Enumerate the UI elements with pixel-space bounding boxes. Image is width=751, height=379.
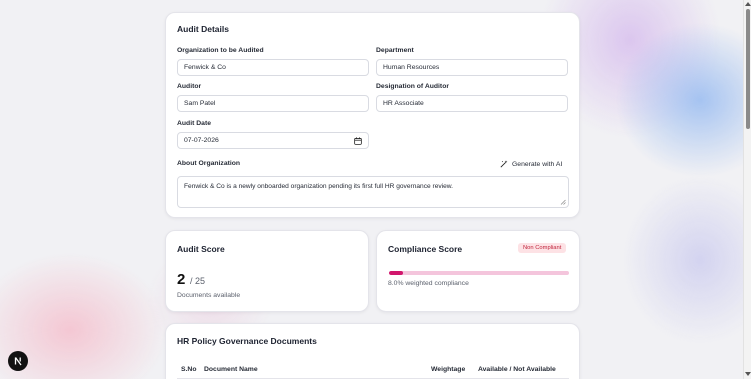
audit-score-title: Audit Score <box>177 244 225 254</box>
org-input-value: Fenwick & Co <box>184 64 226 71</box>
audit-score-value: 2 <box>177 271 186 288</box>
about-label: About Organization <box>177 160 241 167</box>
auditor-input[interactable]: Sam Patel <box>177 95 369 112</box>
date-input[interactable]: 07-07-2026 <box>177 132 369 149</box>
compliance-caption: 8.0% weighted compliance <box>388 280 469 287</box>
status-badge: Non Compliant <box>518 243 567 253</box>
audit-score-total: / 25 <box>190 276 206 286</box>
audit-score-card: Audit Score 2 / 25 Documents available <box>165 230 369 312</box>
dept-input[interactable]: Human Resources <box>376 59 568 76</box>
column-header-document-name: Document Name <box>204 366 258 373</box>
next-logo-icon <box>14 357 22 366</box>
audit-details-card: Audit Details Organization to be Audited… <box>165 12 580 218</box>
column-header-weightage: Weightage <box>431 366 466 373</box>
magic-wand-icon <box>500 160 508 168</box>
about-textarea-value: Fenwick & Co is a newly onboarded organi… <box>184 183 454 190</box>
audit-score-caption: Documents available <box>177 292 241 299</box>
scroll-up-icon[interactable] <box>745 2 751 6</box>
documents-card: HR Policy Governance Documents S.No Docu… <box>165 323 580 379</box>
documents-title: HR Policy Governance Documents <box>177 336 317 346</box>
audit-details-title: Audit Details <box>177 24 229 34</box>
date-label: Audit Date <box>177 120 211 127</box>
scroll-down-icon[interactable] <box>745 372 751 376</box>
generate-ai-button[interactable]: Generate with AI <box>500 160 562 168</box>
designation-label: Designation of Auditor <box>376 83 449 90</box>
org-label: Organization to be Audited <box>177 47 264 54</box>
calendar-icon[interactable] <box>354 137 362 145</box>
compliance-progress-fill <box>389 271 404 275</box>
designation-input[interactable]: HR Associate <box>376 95 568 112</box>
column-header-availability: Available / Not Available <box>478 366 556 373</box>
designation-input-value: HR Associate <box>383 100 424 107</box>
dept-input-value: Human Resources <box>383 64 440 71</box>
page-scrollbar[interactable] <box>743 0 751 379</box>
about-textarea[interactable]: Fenwick & Co is a newly onboarded organi… <box>177 176 569 208</box>
column-header-sno: S.No <box>181 366 197 373</box>
auditor-label: Auditor <box>177 83 202 90</box>
next-logo-badge[interactable] <box>8 351 28 371</box>
dept-label: Department <box>376 47 414 54</box>
compliance-progress-bar <box>389 271 569 275</box>
scrollbar-thumb[interactable] <box>746 9 750 129</box>
compliance-score-card: Compliance Score Non Compliant 8.0% weig… <box>376 230 580 312</box>
compliance-score-title: Compliance Score <box>388 244 463 254</box>
auditor-input-value: Sam Patel <box>184 100 216 107</box>
date-input-value: 07-07-2026 <box>184 137 219 144</box>
org-input[interactable]: Fenwick & Co <box>177 59 369 76</box>
resize-handle-icon[interactable] <box>560 199 566 205</box>
generate-ai-label: Generate with AI <box>512 160 563 168</box>
